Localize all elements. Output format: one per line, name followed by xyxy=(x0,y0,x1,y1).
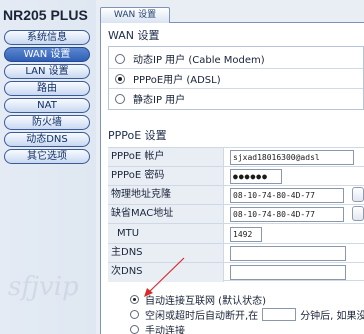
idle-minutes-input[interactable] xyxy=(262,307,297,321)
pppoe-section-title: PPPoE 设置 xyxy=(108,129,167,142)
sidebar-item-other-options[interactable]: 其它选项 xyxy=(4,149,90,164)
sidebar-item-routing[interactable]: 路由 xyxy=(4,81,90,96)
tab-bar: WAN 设置 xyxy=(100,7,364,23)
table-row: 缺省MAC地址 08-10-74-80-4D-77 xyxy=(108,204,364,224)
mac-clone-label: 物理地址克隆 xyxy=(108,186,224,205)
wan-type-group: 动态IP 用户 (Cable Modem) PPPoE用户 (ADSL) 静态I… xyxy=(108,46,364,110)
tab-wan-settings[interactable]: WAN 设置 xyxy=(100,7,170,23)
dynamic-ip-label: 动态IP 用户 (Cable Modem) xyxy=(133,55,265,66)
sidebar-item-ddns[interactable]: 动态DNS xyxy=(4,132,90,147)
static-ip-label: 静态IP 用户 xyxy=(133,95,186,106)
sidebar-item-lan-settings[interactable]: LAN 设置 xyxy=(4,64,90,79)
mac-clone-input[interactable]: 08-10-74-80-4D-77 xyxy=(230,188,344,203)
default-mac-input[interactable]: 08-10-74-80-4D-77 xyxy=(230,207,344,222)
primary-dns-input[interactable] xyxy=(230,246,346,261)
table-row: PPPoE 帐户 sjxad18016300@adsl xyxy=(108,147,364,167)
pppoe-label: PPPoE用户 (ADSL) xyxy=(133,75,221,86)
watermark: sfjvip xyxy=(8,272,79,302)
radio-pppoe[interactable] xyxy=(115,73,125,84)
sidebar-item-system-info[interactable]: 系统信息 xyxy=(4,30,90,45)
connect-option-manual[interactable]: 手动连接 xyxy=(130,322,185,334)
table-row: MTU 1492 xyxy=(108,223,364,244)
idle-disconnect-label: 空闲或超时后自动断开,在 xyxy=(145,310,259,322)
wan-option-dynamic-ip[interactable]: 动态IP 用户 (Cable Modem) xyxy=(115,49,265,68)
idle-disconnect-suffix: 分钟后, 如果没有 xyxy=(300,310,364,322)
sidebar-item-wan-settings[interactable]: WAN 设置 xyxy=(4,47,90,62)
radio-dynamic-ip[interactable] xyxy=(115,53,125,64)
table-row: 物理地址克隆 08-10-74-80-4D-77 xyxy=(108,185,364,205)
sidebar-item-firewall[interactable]: 防火墙 xyxy=(4,115,90,130)
mac-clone-button[interactable] xyxy=(352,187,364,202)
pppoe-account-input[interactable]: sjxad18016300@adsl xyxy=(230,150,354,165)
wan-option-static-ip[interactable]: 静态IP 用户 xyxy=(115,89,185,108)
wan-section-title: WAN 设置 xyxy=(108,29,160,42)
manual-connect-label: 手动连接 xyxy=(145,325,185,334)
radio-manual-connect[interactable] xyxy=(130,324,139,334)
sidebar-nav: 系统信息 WAN 设置 LAN 设置 路由 NAT 防火墙 动态DNS 其它选项 xyxy=(4,30,90,166)
annotation-arrow-icon xyxy=(144,257,185,297)
password-label: PPPoE 密码 xyxy=(108,167,224,186)
mtu-label: MTU xyxy=(108,224,224,244)
device-model-title: NR205 PLUS xyxy=(3,7,88,23)
secondary-dns-input[interactable] xyxy=(230,265,346,280)
pppoe-password-input[interactable]: ●●●●●● xyxy=(230,169,282,184)
connect-option-idle-disconnect[interactable]: 空闲或超时后自动断开,在 分钟后, 如果没有 xyxy=(130,307,364,322)
restore-mac-button[interactable] xyxy=(352,206,364,221)
radio-idle-disconnect[interactable] xyxy=(130,309,139,319)
radio-static-ip[interactable] xyxy=(115,93,125,104)
sidebar-item-nat[interactable]: NAT xyxy=(4,98,90,113)
mtu-input[interactable]: 1492 xyxy=(230,227,262,242)
account-label: PPPoE 帐户 xyxy=(108,148,224,167)
wan-option-pppoe[interactable]: PPPoE用户 (ADSL) xyxy=(115,69,221,88)
default-mac-label: 缺省MAC地址 xyxy=(108,205,224,224)
table-row: PPPoE 密码 ●●●●●● xyxy=(108,166,364,186)
